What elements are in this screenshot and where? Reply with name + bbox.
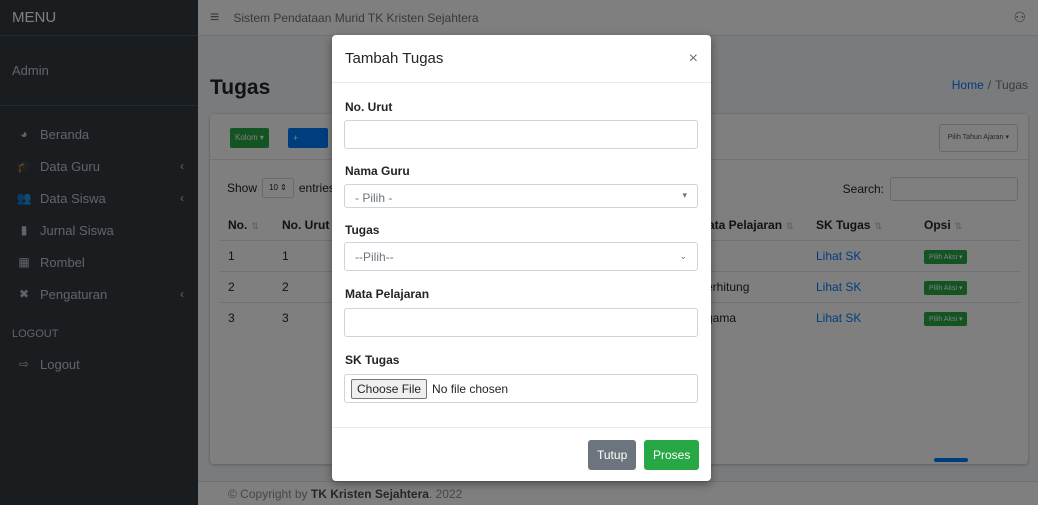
modal-title: Tambah Tugas xyxy=(345,50,444,67)
modal-body: No. Urut Nama Guru - Pilih - ▾ Tugas --P… xyxy=(332,83,711,427)
proses-button[interactable]: Proses xyxy=(644,440,700,470)
no-urut-input[interactable] xyxy=(344,120,698,149)
tugas-select[interactable]: --Pilih-- ⌄ xyxy=(344,242,698,271)
tugas-selected: --Pilih-- xyxy=(355,249,394,264)
choose-file-button[interactable]: Choose File xyxy=(351,378,428,399)
nama-guru-select[interactable]: - Pilih - ▾ xyxy=(344,184,698,208)
chevron-down-icon: ⌄ xyxy=(679,251,687,261)
chevron-down-icon: ▾ xyxy=(682,189,687,200)
tutup-button[interactable]: Tutup xyxy=(588,440,637,470)
close-icon[interactable]: × xyxy=(689,50,698,68)
no-urut-label: No. Urut xyxy=(345,100,393,114)
nama-guru-label: Nama Guru xyxy=(345,164,410,178)
modal-header: Tambah Tugas × xyxy=(332,35,711,83)
mata-pelajaran-label: Mata Pelajaran xyxy=(345,287,430,301)
tugas-label: Tugas xyxy=(345,223,380,237)
tambah-tugas-modal: Tambah Tugas × No. Urut Nama Guru - Pili… xyxy=(332,35,711,481)
mata-pelajaran-input[interactable] xyxy=(344,308,698,337)
modal-footer: Tutup Proses xyxy=(332,427,711,481)
sk-tugas-file-input[interactable]: Choose File No file chosen xyxy=(344,374,698,403)
sk-tugas-label: SK Tugas xyxy=(345,353,400,367)
nama-guru-selected: - Pilih - xyxy=(355,191,393,205)
file-status-text: No file chosen xyxy=(432,381,509,396)
